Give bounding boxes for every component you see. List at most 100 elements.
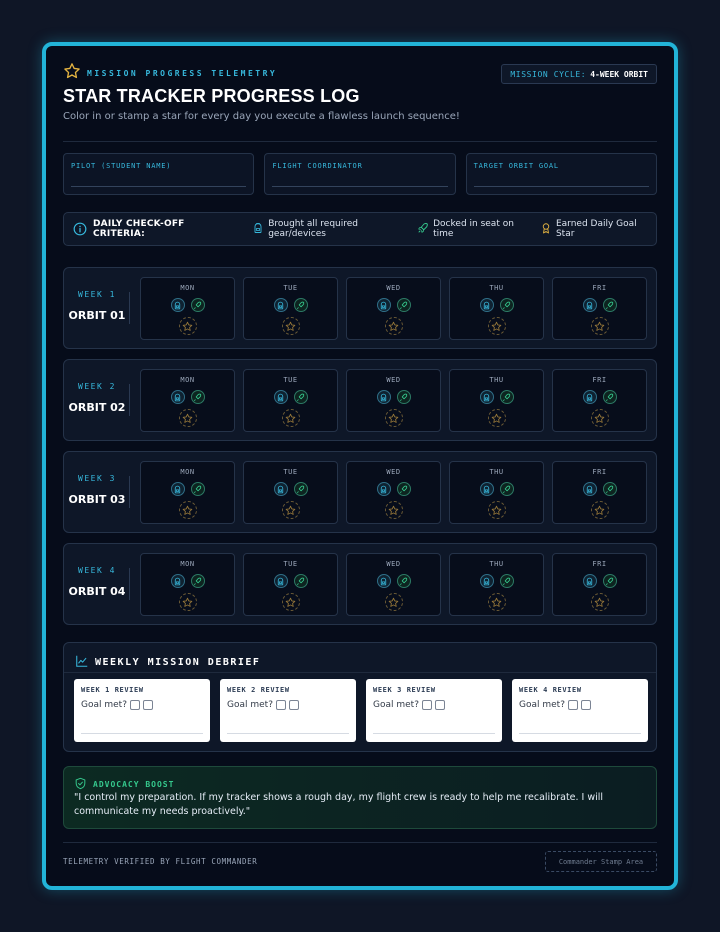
backpack-icon[interactable] (582, 482, 597, 496)
day-cell-thu[interactable]: THU (449, 277, 544, 340)
backpack-icon[interactable] (170, 298, 185, 312)
backpack-icon[interactable] (479, 298, 494, 312)
star-stamp-icon[interactable] (281, 593, 300, 611)
day-cell-mon[interactable]: MON (140, 553, 235, 616)
star-stamp-icon[interactable] (178, 409, 197, 427)
star-stamp-icon[interactable] (590, 593, 609, 611)
page-description: Color in or stamp a star for every day y… (63, 111, 460, 122)
day-cell-wed[interactable]: WED (346, 461, 441, 524)
pilot-name-field[interactable]: PILOT (STUDENT NAME) (63, 153, 255, 195)
backpack-icon[interactable] (479, 574, 494, 588)
target-orbit-goal-field[interactable]: TARGET ORBIT GOAL (465, 153, 657, 195)
rocket-icon[interactable] (190, 298, 205, 312)
day-cell-fri[interactable]: FRI (552, 277, 647, 340)
star-stamp-icon[interactable] (178, 501, 197, 519)
rocket-icon[interactable] (190, 390, 205, 404)
star-stamp-icon[interactable] (590, 501, 609, 519)
backpack-icon[interactable] (273, 390, 288, 404)
rocket-icon[interactable] (190, 482, 205, 496)
day-cell-wed[interactable]: WED (346, 277, 441, 340)
rocket-icon[interactable] (602, 390, 617, 404)
star-stamp-icon[interactable] (178, 593, 197, 611)
backpack-icon[interactable] (273, 482, 288, 496)
day-cell-wed[interactable]: WED (346, 369, 441, 432)
orbit-name: ORBIT 03 (68, 493, 126, 506)
day-cell-tue[interactable]: TUE (243, 277, 338, 340)
goal-yes-checkbox[interactable] (275, 700, 286, 710)
header: MISSION PROGRESS TELEMETRY STAR TRACKER … (63, 62, 657, 142)
backpack-icon[interactable] (170, 574, 185, 588)
star-stamp-icon[interactable] (487, 317, 506, 335)
backpack-icon[interactable] (479, 482, 494, 496)
day-cell-tue[interactable]: TUE (243, 369, 338, 432)
rocket-icon[interactable] (396, 574, 411, 588)
day-cell-thu[interactable]: THU (449, 461, 544, 524)
star-stamp-icon[interactable] (384, 409, 403, 427)
day-cell-fri[interactable]: FRI (552, 461, 647, 524)
backpack-icon[interactable] (273, 574, 288, 588)
rocket-icon[interactable] (293, 574, 308, 588)
backpack-icon[interactable] (170, 390, 185, 404)
star-stamp-icon[interactable] (281, 317, 300, 335)
rocket-icon[interactable] (396, 298, 411, 312)
day-cell-tue[interactable]: TUE (243, 461, 338, 524)
day-cell-mon[interactable]: MON (140, 277, 235, 340)
rocket-icon[interactable] (499, 298, 514, 312)
day-cell-thu[interactable]: THU (449, 553, 544, 616)
backpack-icon[interactable] (273, 298, 288, 312)
flight-coordinator-field[interactable]: FLIGHT COORDINATOR (264, 153, 456, 195)
rocket-icon[interactable] (293, 390, 308, 404)
notes-line[interactable] (227, 733, 349, 734)
star-stamp-icon[interactable] (590, 409, 609, 427)
goal-no-checkbox[interactable] (434, 700, 445, 710)
goal-yes-checkbox[interactable] (129, 700, 140, 710)
day-cell-fri[interactable]: FRI (552, 369, 647, 432)
star-stamp-icon[interactable] (487, 409, 506, 427)
rocket-icon[interactable] (499, 574, 514, 588)
backpack-icon[interactable] (582, 298, 597, 312)
star-stamp-icon[interactable] (384, 501, 403, 519)
backpack-icon[interactable] (582, 390, 597, 404)
rocket-icon[interactable] (190, 574, 205, 588)
day-cell-wed[interactable]: WED (346, 553, 441, 616)
notes-line[interactable] (519, 733, 641, 734)
rocket-icon[interactable] (499, 482, 514, 496)
goal-yes-checkbox[interactable] (567, 700, 578, 710)
rocket-icon[interactable] (293, 482, 308, 496)
backpack-icon[interactable] (376, 482, 391, 496)
rocket-icon[interactable] (499, 390, 514, 404)
rocket-icon[interactable] (396, 482, 411, 496)
rocket-icon[interactable] (602, 574, 617, 588)
day-cell-mon[interactable]: MON (140, 369, 235, 432)
backpack-icon[interactable] (582, 574, 597, 588)
rocket-icon[interactable] (396, 390, 411, 404)
goal-no-checkbox[interactable] (142, 700, 153, 710)
backpack-icon[interactable] (376, 298, 391, 312)
rocket-icon[interactable] (602, 482, 617, 496)
star-stamp-icon[interactable] (281, 409, 300, 427)
star-stamp-icon[interactable] (590, 317, 609, 335)
star-stamp-icon[interactable] (487, 593, 506, 611)
star-stamp-icon[interactable] (384, 593, 403, 611)
goal-no-checkbox[interactable] (288, 700, 299, 710)
notes-line[interactable] (81, 733, 203, 734)
backpack-icon[interactable] (376, 574, 391, 588)
goal-yes-checkbox[interactable] (421, 700, 432, 710)
star-stamp-icon[interactable] (281, 501, 300, 519)
trend-chart-icon (75, 653, 89, 672)
star-stamp-icon[interactable] (384, 317, 403, 335)
backpack-icon[interactable] (376, 390, 391, 404)
backpack-icon[interactable] (479, 390, 494, 404)
commander-stamp-area[interactable]: Commander Stamp Area (545, 851, 657, 872)
goal-no-checkbox[interactable] (580, 700, 591, 710)
day-cell-thu[interactable]: THU (449, 369, 544, 432)
rocket-icon[interactable] (602, 298, 617, 312)
day-cell-fri[interactable]: FRI (552, 553, 647, 616)
day-cell-mon[interactable]: MON (140, 461, 235, 524)
day-cell-tue[interactable]: TUE (243, 553, 338, 616)
backpack-icon[interactable] (170, 482, 185, 496)
star-stamp-icon[interactable] (487, 501, 506, 519)
rocket-icon[interactable] (293, 298, 308, 312)
star-stamp-icon[interactable] (178, 317, 197, 335)
notes-line[interactable] (373, 733, 495, 734)
